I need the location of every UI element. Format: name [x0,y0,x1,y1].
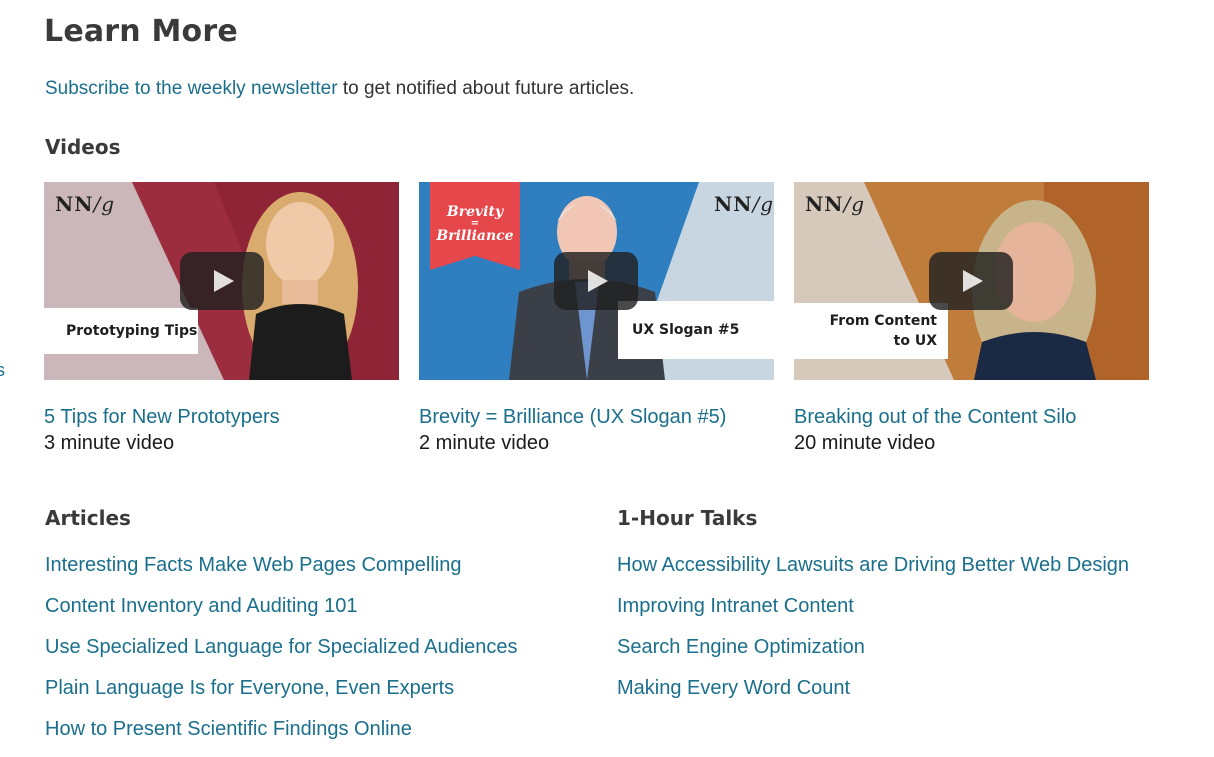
talks-list: How Accessibility Lawsuits are Driving B… [617,552,1129,716]
newsletter-text: to get notified about future articles. [337,78,635,99]
list-item: How Accessibility Lawsuits are Driving B… [617,552,1129,593]
talk-link[interactable]: How Accessibility Lawsuits are Driving B… [617,554,1129,576]
list-item: Use Specialized Language for Specialized… [45,634,518,675]
video-thumbnail-prototyping[interactable]: NN/g Prototyping Tips [44,182,399,380]
article-link[interactable]: Use Specialized Language for Specialized… [45,636,518,658]
talk-link[interactable]: Search Engine Optimization [617,636,865,658]
video-thumbnail-content-silo[interactable]: NN/g From Content to UX [794,182,1149,380]
thumbnail-caption: From Content to UX [794,303,948,359]
newsletter-line: Subscribe to the weekly newsletter to ge… [45,78,634,100]
list-item: Interesting Facts Make Web Pages Compell… [45,552,518,593]
video-card-content-silo: NN/g From Content to UX Breaking out of … [794,182,1149,456]
talk-link[interactable]: Making Every Word Count [617,677,850,699]
nng-logo: NN/g [714,192,774,216]
video-card-prototyping: NN/g Prototyping Tips 5 Tips for New Pro… [44,182,399,456]
video-length: 3 minute video [44,432,175,454]
article-link[interactable]: Content Inventory and Auditing 101 [45,595,357,617]
play-button-icon[interactable] [929,252,1013,310]
articles-heading: Articles [45,506,131,530]
article-link[interactable]: Interesting Facts Make Web Pages Compell… [45,554,462,576]
newsletter-link[interactable]: Subscribe to the weekly newsletter [45,78,338,99]
nng-logo: NN/g [55,192,116,216]
video-title-link[interactable]: 5 Tips for New Prototypers [44,404,399,430]
list-item: Making Every Word Count [617,675,1129,716]
cut-off-link-fragment[interactable]: s [0,360,5,381]
article-link[interactable]: Plain Language Is for Everyone, Even Exp… [45,677,454,699]
play-button-icon[interactable] [180,252,264,310]
video-thumbnail-brevity[interactable]: Brevity = Brilliance NN/g UX Slogan #5 [419,182,774,380]
learn-more-heading: Learn More [44,14,238,49]
nng-logo: NN/g [805,192,866,216]
list-item: Plain Language Is for Everyone, Even Exp… [45,675,518,716]
talks-heading: 1-Hour Talks [617,506,758,530]
talk-link[interactable]: Improving Intranet Content [617,595,854,617]
thumbnail-caption: UX Slogan #5 [618,301,774,359]
video-title-link[interactable]: Brevity = Brilliance (UX Slogan #5) [419,404,774,430]
video-length: 2 minute video [419,432,550,454]
videos-heading: Videos [45,135,121,159]
thumbnail-caption: Prototyping Tips [44,308,198,354]
video-card-brevity: Brevity = Brilliance NN/g UX Slogan #5 B… [419,182,774,456]
list-item: Search Engine Optimization [617,634,1129,675]
play-button-icon[interactable] [554,252,638,310]
list-item: Content Inventory and Auditing 101 [45,593,518,634]
article-link[interactable]: How to Present Scientific Findings Onlin… [45,718,412,740]
list-item: How to Present Scientific Findings Onlin… [45,716,518,757]
video-length: 20 minute video [794,432,936,454]
articles-list: Interesting Facts Make Web Pages Compell… [45,552,518,757]
video-title-link[interactable]: Breaking out of the Content Silo [794,404,1149,430]
list-item: Improving Intranet Content [617,593,1129,634]
